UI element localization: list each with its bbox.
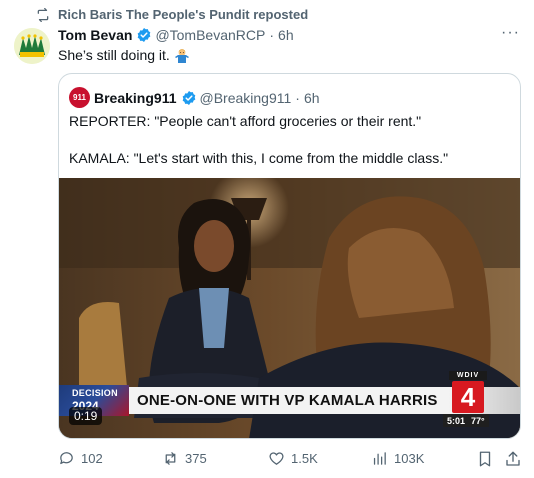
author-handle[interactable]: @TomBevanRCP xyxy=(155,27,265,43)
heart-icon xyxy=(269,452,284,465)
quoted-author-handle[interactable]: @Breaking911 xyxy=(200,90,292,106)
tweet-body: She’s still doing it. xyxy=(58,47,170,63)
repost-indicator[interactable]: Rich Baris The People's Pundit reposted xyxy=(36,7,308,22)
quoted-author-name[interactable]: Breaking911 xyxy=(94,90,177,106)
temperature: 77° xyxy=(471,415,485,426)
reply-icon xyxy=(60,452,73,465)
quoted-tweet-time[interactable]: 6h xyxy=(304,90,320,106)
separator-dot: · xyxy=(295,89,300,106)
author-name[interactable]: Tom Bevan xyxy=(58,27,132,43)
video-duration: 0:19 xyxy=(69,407,103,425)
author-avatar[interactable] xyxy=(14,28,50,64)
news-banner-text: ONE-ON-ONE WITH VP KAMALA HARRIS xyxy=(129,387,449,414)
tweet-header: Tom Bevan @TomBevanRCP · 6h xyxy=(58,27,294,43)
more-icon: ··· xyxy=(501,24,520,41)
tweet-actions: 102 375 1.5K 103K xyxy=(58,450,522,470)
verified-badge-icon xyxy=(182,90,195,105)
share-icon[interactable] xyxy=(504,450,522,468)
like-button[interactable]: 1.5K xyxy=(268,450,318,467)
news-lower-third: DECISION 2024 ONE-ON-ONE WITH VP KAMALA … xyxy=(59,371,520,416)
quoted-tweet-card[interactable]: 911 Breaking911 @Breaking911 · 6h REPORT… xyxy=(58,73,521,439)
more-options-button[interactable]: ··· xyxy=(501,25,520,41)
quoted-text-line-2: KAMALA: "Let's start with this, I come f… xyxy=(69,150,449,166)
reply-button[interactable]: 102 xyxy=(58,450,103,467)
reply-count: 102 xyxy=(81,451,103,466)
video-player[interactable]: DECISION 2024 ONE-ON-ONE WITH VP KAMALA … xyxy=(59,178,520,438)
bookmark-icon[interactable] xyxy=(476,450,494,468)
man-shrugging-emoji-icon xyxy=(174,49,189,63)
repost-count: 375 xyxy=(185,451,207,466)
clock-time: 5:01 xyxy=(447,415,466,426)
station-logo: WDIV 4 xyxy=(449,371,487,416)
views-button[interactable]: 103K xyxy=(371,450,424,467)
quoted-tweet-header: 911 Breaking911 @Breaking911 · 6h xyxy=(69,87,320,108)
quoted-text-line-1: REPORTER: "People can't afford groceries… xyxy=(69,113,422,129)
repost-button[interactable]: 375 xyxy=(162,450,207,467)
repost-icon xyxy=(165,452,176,465)
repost-icon xyxy=(37,7,49,22)
quoted-author-avatar[interactable]: 911 xyxy=(69,87,90,108)
station-call-letters: WDIV xyxy=(449,371,487,380)
like-count: 1.5K xyxy=(291,451,318,466)
verified-badge-icon xyxy=(138,28,151,42)
view-count: 103K xyxy=(394,451,425,466)
station-number: 4 xyxy=(452,381,484,413)
repost-text[interactable]: Rich Baris The People's Pundit reposted xyxy=(58,7,308,22)
separator-dot: · xyxy=(269,27,275,43)
tweet-text: She’s still doing it. xyxy=(58,47,190,63)
decision-label: DECISION xyxy=(72,388,118,398)
tweet-time[interactable]: 6h xyxy=(278,27,294,43)
time-temperature-bug: 5:01 77° xyxy=(443,414,489,427)
analytics-icon xyxy=(373,452,386,465)
